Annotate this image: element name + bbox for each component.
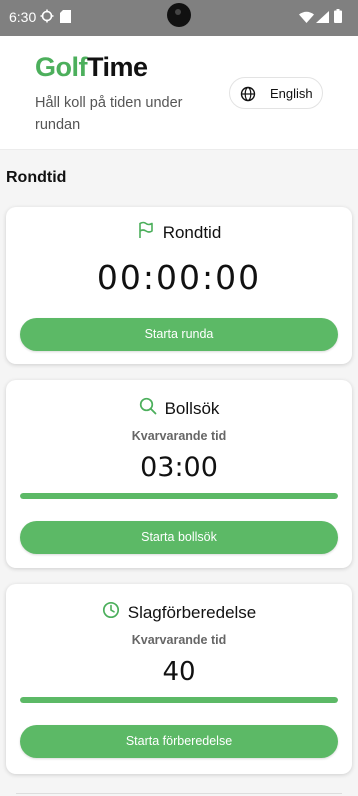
round-card-header: Rondtid [6,221,352,244]
ball-search-remaining-label: Kvarvarande tid [131,429,227,443]
ball-search-progress-fill [20,493,338,499]
flag-icon [137,221,155,244]
shot-prep-card: Slagförberedelse Kvarvarande tid 40 Star… [6,584,352,774]
ball-search-card-header: Bollsök [6,397,352,420]
ball-search-timer-display: 03:00 [140,452,218,483]
section-title: Rondtid [6,169,67,186]
search-icon [139,397,157,420]
signal-icon [316,10,329,28]
ball-search-card: Bollsök Kvarvarande tid 03:00 Starta bol… [6,380,352,568]
globe-icon [240,86,256,107]
status-bar: 6:30 [0,0,358,36]
settings-status-icon [40,9,54,28]
round-timer-display: 00:00:00 [96,258,262,297]
start-round-button[interactable]: Starta runda [20,318,338,351]
round-timer-card: Rondtid 00:00:00 Starta runda [6,207,352,364]
shot-prep-progress-bar [20,697,338,703]
divider [16,793,342,794]
start-shot-prep-button[interactable]: Starta förberedelse [20,725,338,758]
shot-prep-card-header: Slagförberedelse [6,601,352,624]
round-card-title: Rondtid [162,222,222,242]
clock-icon [102,601,120,624]
sd-card-status-icon [60,10,71,28]
shot-prep-remaining-label: Kvarvarande tid [131,633,227,647]
shot-prep-card-title: Slagförberedelse [127,602,257,622]
shot-prep-timer-display: 40 [162,657,196,687]
ball-search-card-title: Bollsök [164,398,220,418]
start-ball-search-button[interactable]: Starta bollsök [20,521,338,554]
language-button[interactable]: English [229,77,323,109]
battery-icon [334,9,342,28]
camera-cutout [167,3,191,27]
tagline: Håll koll på tiden under rundan [35,95,183,133]
ball-search-progress-bar [20,493,338,499]
shot-prep-progress-fill [20,697,338,703]
logo-time: Time [87,52,148,82]
app-header: GolfTime Håll koll på tiden under rundan… [0,36,358,150]
language-label: English [270,86,313,101]
wifi-icon [299,10,314,28]
logo-golf: Golf [35,52,88,82]
status-time: 6:30 [9,9,37,25]
app-logo: GolfTime [35,52,148,83]
